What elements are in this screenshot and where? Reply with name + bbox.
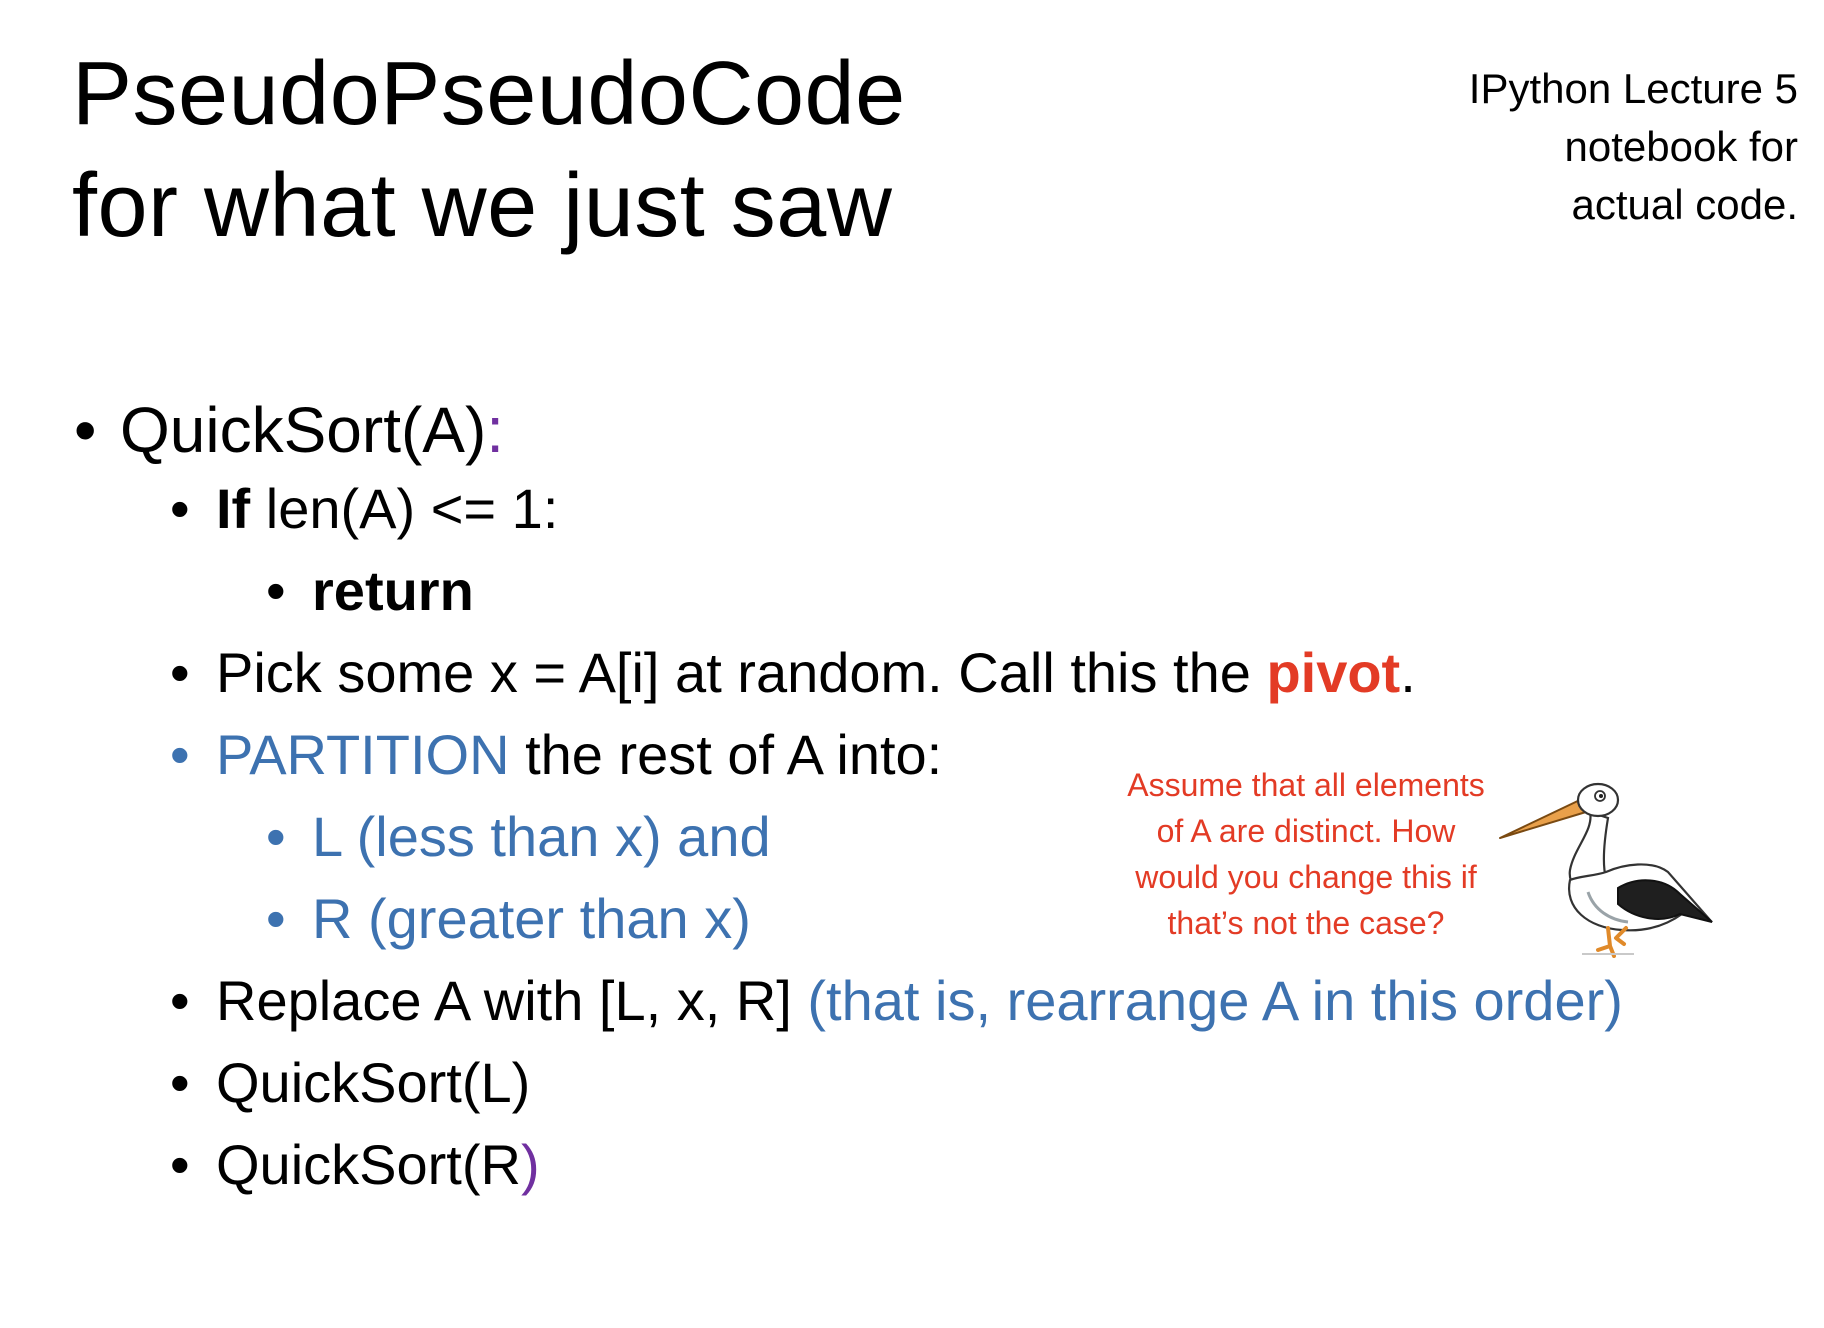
bullet-pick-pivot: • Pick some x = A[i] at random. Call thi… [170, 638, 1416, 708]
bullet-icon: • [170, 723, 190, 786]
bullet-icon: • [170, 1133, 190, 1196]
partition-keyword: PARTITION [216, 723, 510, 786]
quicksort-def-colon: : [486, 394, 505, 466]
bullet-if: • If len(A) <= 1: [170, 474, 559, 544]
return-keyword: return [312, 559, 474, 622]
r-subarray-text: R (greater than x) [312, 887, 751, 950]
callout-line-4: that’s not the case? [1167, 905, 1445, 941]
bullet-icon: • [170, 969, 190, 1032]
bullet-r-subarray: • R (greater than x) [266, 884, 751, 954]
title-line-2: for what we just saw [72, 156, 893, 256]
recurse-r-paren: ) [520, 1133, 540, 1196]
l-subarray-text: L (less than x) and [312, 805, 771, 868]
side-note-line-2: notebook for [1564, 123, 1798, 170]
bullet-icon: • [266, 805, 286, 868]
bullet-icon: • [266, 559, 286, 622]
side-note-line-3: actual code. [1571, 181, 1799, 228]
bullet-icon: • [74, 394, 97, 466]
replace-note: (that is, rearrange A in this order) [807, 969, 1623, 1032]
recurse-r-text: QuickSort(R [216, 1133, 521, 1196]
title-line-1: PseudoPseudoCode [72, 44, 906, 144]
distinct-elements-callout: Assume that all elements of A are distin… [1108, 762, 1504, 946]
recurse-l-text: QuickSort(L) [216, 1051, 531, 1114]
partition-rest: the rest of A into: [509, 723, 943, 786]
bullet-icon: • [170, 641, 190, 704]
bullet-recurse-r: • QuickSort(R) [170, 1130, 540, 1200]
pick-end: . [1400, 641, 1416, 704]
callout-line-1: Assume that all elements [1127, 767, 1485, 803]
stork-icon [1499, 782, 1714, 958]
bullet-quicksort-def: • QuickSort(A): [74, 390, 505, 470]
bullet-icon: • [170, 1051, 190, 1114]
bullet-icon: • [266, 887, 286, 950]
bullet-partition: • PARTITION the rest of A into: [170, 720, 943, 790]
side-note-line-1: IPython Lecture 5 [1468, 65, 1798, 112]
bullet-l-subarray: • L (less than x) and [266, 802, 771, 872]
bullet-recurse-l: • QuickSort(L) [170, 1048, 531, 1118]
replace-text: Replace A with [L, x, R] [216, 969, 808, 1032]
if-condition: len(A) <= 1: [250, 477, 559, 540]
if-keyword: If [216, 477, 251, 540]
callout-line-2: of A are distinct. How [1156, 813, 1456, 849]
pick-text: Pick some x = A[i] at random. Call this … [216, 641, 1267, 704]
bullet-icon: • [170, 477, 190, 540]
slide-title: PseudoPseudoCode for what we just saw [72, 38, 906, 262]
callout-line-3: would you change this if [1135, 859, 1477, 895]
side-note: IPython Lecture 5 notebook for actual co… [1398, 60, 1798, 234]
quicksort-def-text: QuickSort(A) [120, 394, 487, 466]
bullet-replace: • Replace A with [L, x, R] (that is, rea… [170, 966, 1623, 1036]
pivot-word: pivot [1266, 641, 1401, 704]
bullet-return: • return [266, 556, 474, 626]
